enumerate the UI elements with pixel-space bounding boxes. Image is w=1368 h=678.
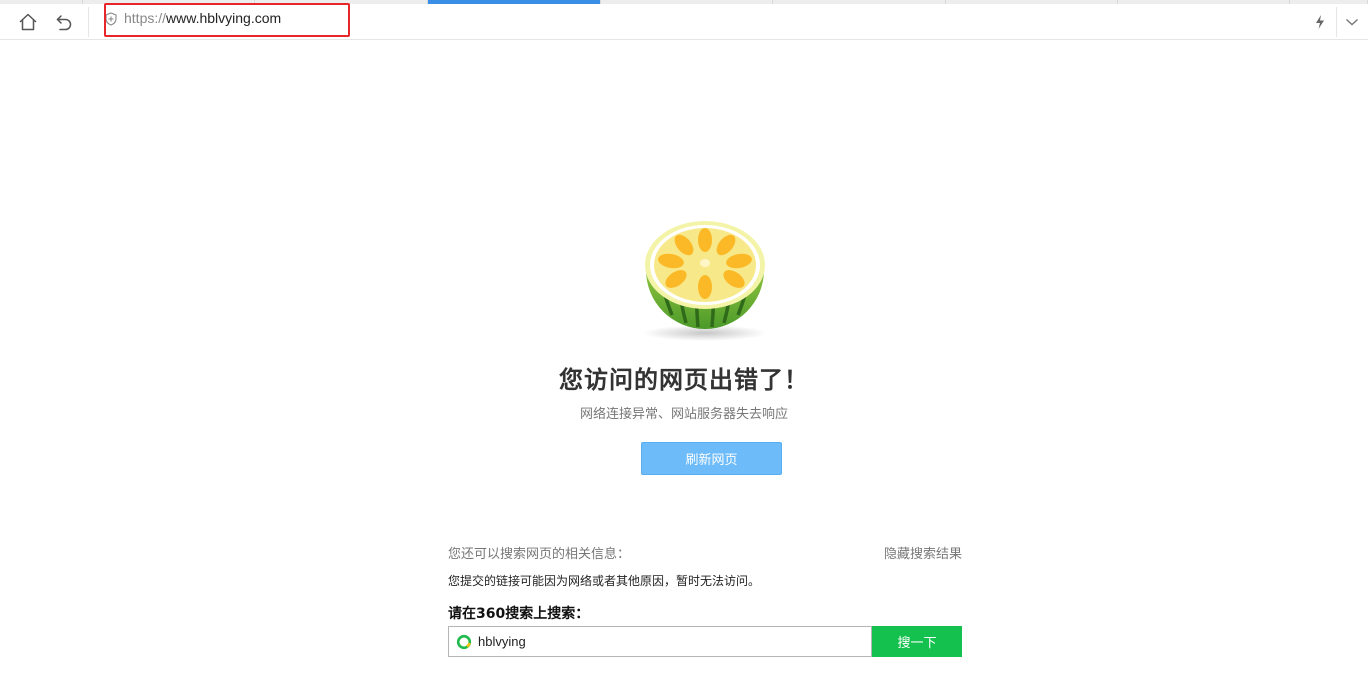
accelerate-button[interactable] [1308, 10, 1332, 34]
home-icon [19, 13, 37, 31]
search-button[interactable]: 搜一下 [872, 626, 962, 657]
address-bar-highlight [104, 3, 350, 37]
360-search-logo-icon [456, 634, 472, 650]
menu-dropdown-button[interactable] [1340, 10, 1364, 34]
error-title: 您访问的网页出错了！ [559, 366, 809, 394]
lightning-icon [1316, 15, 1324, 29]
toolbar-divider [88, 7, 89, 37]
search-info-text: 您还可以搜索网页的相关信息： [448, 547, 631, 562]
back-button[interactable] [52, 10, 76, 34]
chevron-down-icon [1346, 18, 1358, 26]
undo-back-icon [56, 15, 72, 31]
search-input[interactable] [478, 628, 858, 655]
refresh-page-button[interactable]: 刷新网页 [641, 442, 782, 475]
error-subtitle: 网络连接异常、网站服务器失去响应 [579, 407, 788, 422]
lemon-watermelon-illustration [643, 221, 767, 341]
home-button[interactable] [16, 10, 40, 34]
hide-search-results-link[interactable]: 隐藏搜索结果 [884, 543, 962, 562]
search-label: 请在360搜索上搜索： [448, 606, 590, 622]
error-reason-text: 您提交的链接可能因为网络或者其他原因，暂时无法访问。 [448, 574, 761, 588]
toolbar-divider [1336, 7, 1337, 37]
